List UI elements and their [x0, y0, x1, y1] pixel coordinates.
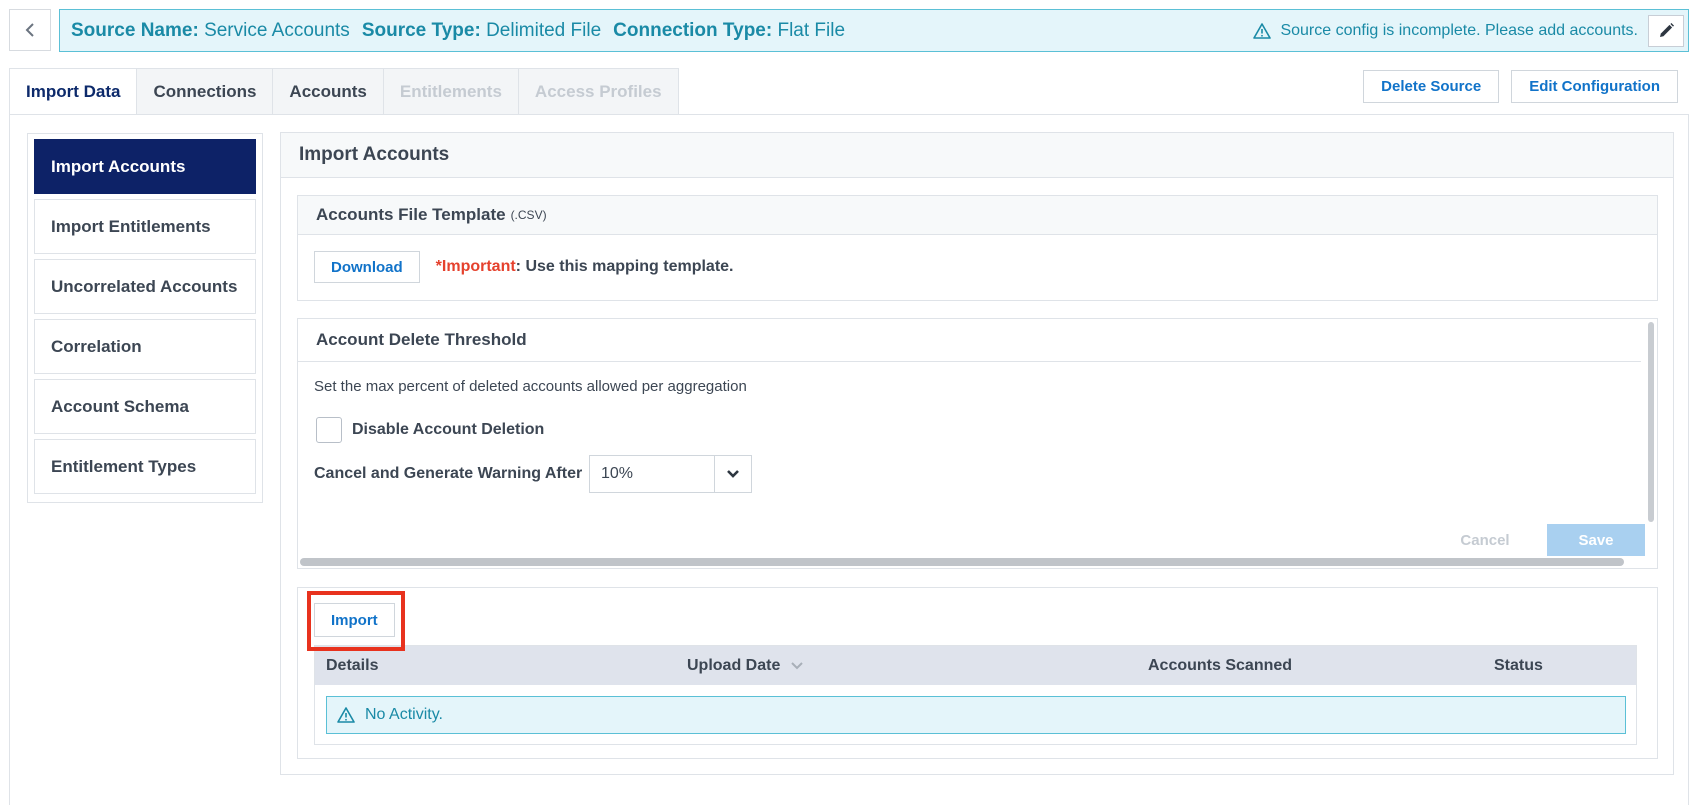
back-button[interactable]	[9, 9, 51, 51]
vertical-scrollbar[interactable]	[1648, 322, 1654, 522]
download-template-button[interactable]: Download	[314, 251, 420, 283]
page-title: Import Accounts	[281, 133, 1673, 178]
tab-entitlements: Entitlements	[383, 68, 519, 115]
tab-connections[interactable]: Connections	[137, 68, 274, 115]
highlight-box	[307, 591, 405, 651]
sort-chevron-down-icon	[791, 661, 804, 669]
column-details[interactable]: Details	[326, 657, 378, 675]
side-item-import-accounts[interactable]: Import Accounts	[34, 139, 256, 194]
template-card-header: Accounts File Template (.CSV)	[298, 196, 1657, 235]
tab-import-data[interactable]: Import Data	[9, 68, 138, 115]
threshold-card-title: Account Delete Threshold	[316, 330, 527, 349]
cancel-after-value: 10%	[601, 465, 634, 482]
main-panel: Import Accounts Accounts File Template (…	[280, 132, 1674, 775]
tab-access-profiles: Access Profiles	[518, 68, 679, 115]
side-item-correlation[interactable]: Correlation	[34, 319, 256, 374]
empty-state-text: No Activity.	[365, 706, 443, 723]
template-card: Accounts File Template (.CSV) Download *…	[297, 195, 1658, 301]
delete-threshold-card: Account Delete Threshold Set the max per…	[297, 318, 1658, 569]
template-card-title: Accounts File Template	[316, 205, 506, 224]
side-item-account-schema[interactable]: Account Schema	[34, 379, 256, 434]
side-menu: Import Accounts Import Entitlements Unco…	[27, 133, 263, 503]
threshold-card-header: Account Delete Threshold	[298, 319, 1641, 362]
source-name: Source Name: Service Accounts	[71, 20, 350, 42]
connection-type-value: Flat File	[777, 19, 846, 41]
chevron-down-icon[interactable]	[714, 456, 751, 492]
horizontal-scrollbar[interactable]	[300, 558, 1624, 566]
pencil-icon	[1660, 22, 1674, 37]
side-item-entitlement-types[interactable]: Entitlement Types	[34, 439, 256, 494]
save-button[interactable]: Save	[1547, 524, 1645, 556]
config-warning-text: Source config is incomplete. Please add …	[1280, 21, 1638, 39]
cancel-button[interactable]: Cancel	[1437, 524, 1533, 556]
source-actions: Delete Source Edit Configuration	[1363, 70, 1678, 103]
connection-type-label: Connection Type:	[613, 19, 773, 41]
edit-source-button[interactable]	[1648, 14, 1684, 47]
column-status[interactable]: Status	[1494, 657, 1543, 675]
column-accounts-scanned[interactable]: Accounts Scanned	[1148, 657, 1292, 675]
table-header: Details Upload Date Accounts Scanned Sta…	[315, 646, 1636, 685]
source-type-value: Delimited File	[486, 19, 602, 41]
source-type: Source Type: Delimited File	[362, 20, 601, 42]
tab-accounts[interactable]: Accounts	[273, 68, 384, 115]
empty-state: No Activity.	[326, 696, 1626, 734]
edit-configuration-button[interactable]: Edit Configuration	[1511, 70, 1678, 103]
import-card: Import Details Upload Date Accounts Scan…	[297, 587, 1658, 759]
tab-bar: Import Data Connections Accounts Entitle…	[9, 68, 679, 115]
important-note: : Use this mapping template.	[515, 258, 734, 275]
side-item-uncorrelated-accounts[interactable]: Uncorrelated Accounts	[34, 259, 256, 314]
column-upload-date-label: Upload Date	[687, 656, 781, 674]
connection-type: Connection Type: Flat File	[613, 20, 845, 42]
side-item-import-entitlements[interactable]: Import Entitlements	[34, 199, 256, 254]
column-upload-date[interactable]: Upload Date	[687, 657, 804, 675]
config-warning: Source config is incomplete. Please add …	[1253, 22, 1638, 40]
source-type-label: Source Type:	[361, 19, 481, 41]
cancel-after-label: Cancel and Generate Warning After	[314, 465, 583, 482]
warning-triangle-icon	[1253, 22, 1272, 39]
disable-deletion-checkbox[interactable]	[316, 417, 342, 443]
threshold-description: Set the max percent of deleted accounts …	[314, 378, 747, 395]
source-info-bar: Source Name: Service Accounts Source Typ…	[59, 9, 1689, 52]
delete-source-button[interactable]: Delete Source	[1363, 70, 1500, 103]
disable-deletion-label: Disable Account Deletion	[352, 421, 545, 438]
cancel-after-select[interactable]: 10%	[589, 455, 752, 493]
source-name-label: Source Name:	[71, 19, 199, 41]
chevron-left-icon	[25, 23, 34, 37]
warning-triangle-icon	[337, 707, 355, 723]
activity-table: Details Upload Date Accounts Scanned Sta…	[314, 645, 1637, 745]
important-label: *Important	[435, 258, 516, 275]
source-name-value: Service Accounts	[204, 19, 350, 41]
template-card-subtitle: (.CSV)	[510, 208, 547, 222]
